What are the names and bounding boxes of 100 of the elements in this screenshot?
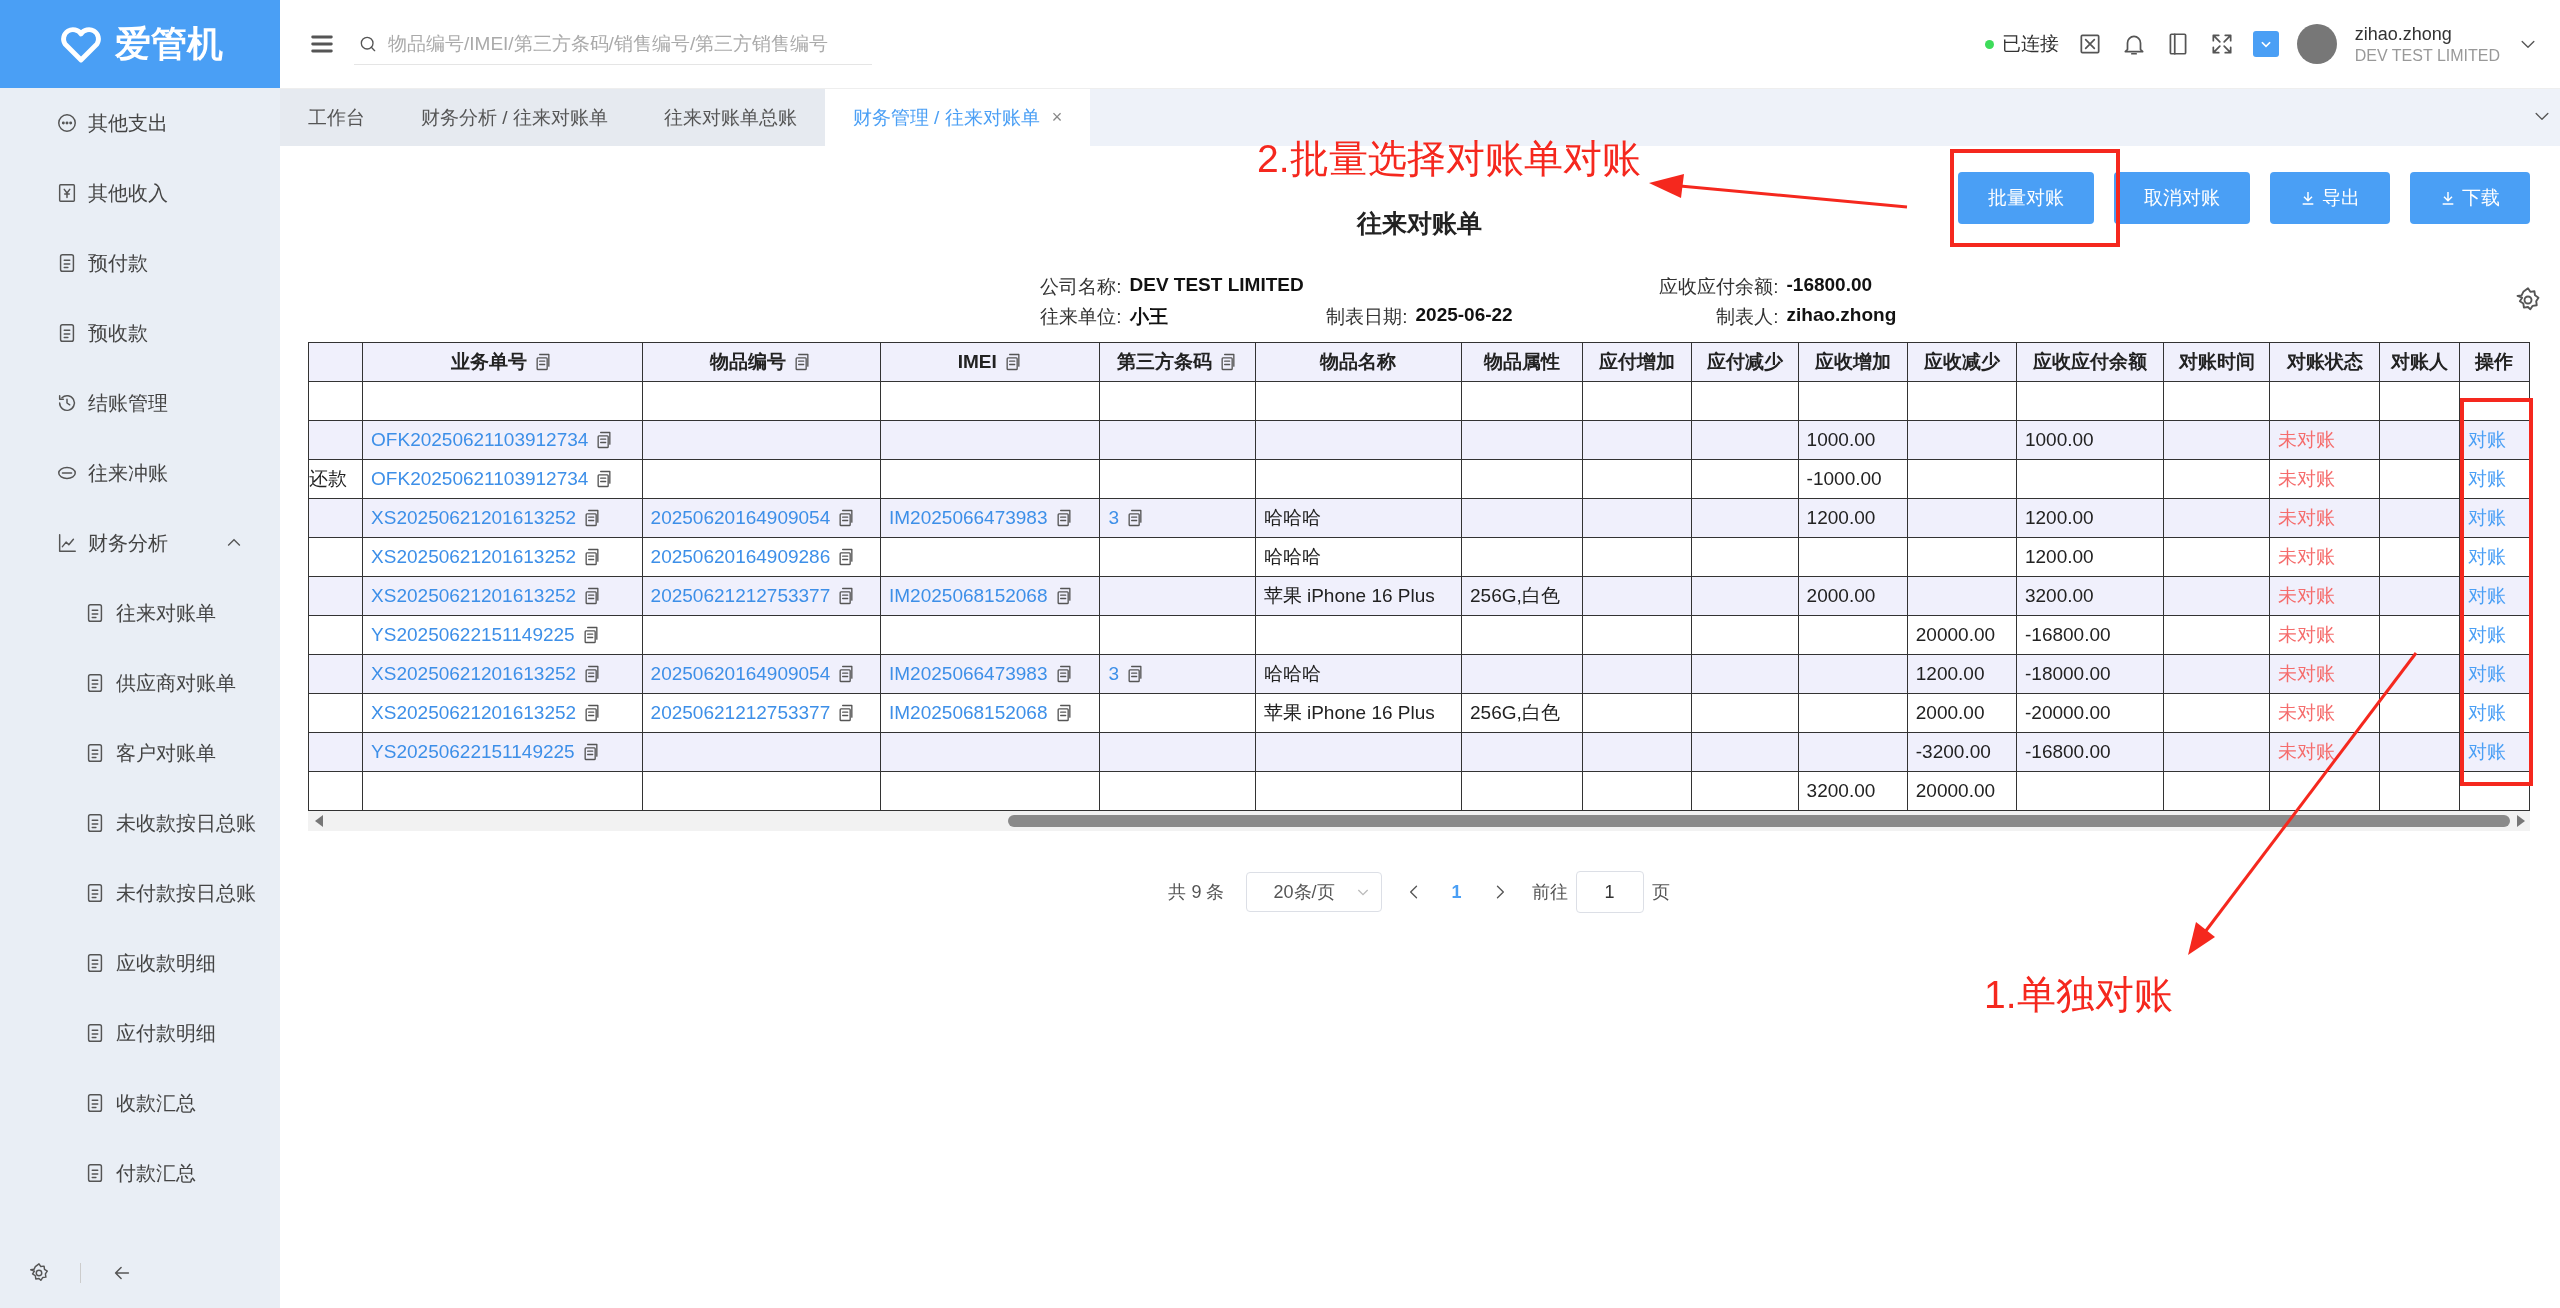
table-cell: -16800.00 [2016,615,2164,655]
toolbar-button[interactable]: 批量对账 [1958,172,2094,224]
table-cell: 3200.00 [1798,771,1908,811]
sidebar-subitem[interactable]: 收款汇总 [0,1068,280,1138]
column-header: 应收增加 [1814,350,1891,374]
status-cell: 未对账 [2269,693,2380,733]
column-header: 物品属性 [1484,350,1561,374]
logo-text: 爱管机 [115,21,223,66]
status-cell: 未对账 [2269,420,2380,460]
table-cell: 256G,白色 [1461,693,1583,733]
info-label: 制表日期: [1325,305,1408,329]
avatar[interactable] [2296,24,2337,64]
status-cell: 未对账 [2269,537,2380,577]
download-icon [2440,190,2456,206]
sidebar-subitem[interactable]: 客户对账单 [0,718,280,788]
table-cell: -16800.00 [2016,732,2164,772]
total-count: 共 9 条 [1168,881,1225,904]
chart-icon [56,532,78,554]
table-cell: -20000.00 [2016,693,2164,733]
sidebar-item[interactable]: 其他收入 [0,158,280,228]
record-link[interactable]: 3 [1108,663,1119,685]
column-header: 应收减少 [1923,350,2000,374]
tab[interactable]: 工作台 [280,89,393,146]
table-cell: 苹果 iPhone 16 Plus [1255,693,1462,733]
table-cell: 256G,白色 [1461,576,1583,616]
column-header: 操作 [2475,350,2514,374]
table-cell: 2000.00 [1798,576,1908,616]
table-cell: 还款 [308,459,363,499]
table-cell: -1000.00 [1798,459,1908,499]
sidebar-subitem[interactable]: 付款汇总 [0,1138,280,1208]
company-name: DEV TEST LIMITED [2354,46,2500,65]
column-header: 对账人 [2390,350,2448,374]
column-header: 业务单号 [451,350,528,374]
table-cell: 哈哈哈 [1255,537,1462,577]
search-field[interactable]: 物品编号/IMEI/第三方条码/销售编号/第三方销售编号 [354,23,872,65]
info-label: 制表人: [1715,305,1779,329]
column-header: 应付增加 [1599,350,1676,374]
tab[interactable]: 财务分析 / 往来对账单 [393,89,636,146]
table-cell: 1200.00 [1798,498,1908,538]
table-cell: 苹果 iPhone 16 Plus [1255,576,1462,616]
tab[interactable]: 往来对账单总账 [635,89,825,146]
page-size-select[interactable]: 20条/页 [1246,872,1382,912]
page-input[interactable]: 1 [1575,871,1644,913]
sidebar-item[interactable]: 结账管理 [0,368,280,438]
goto-label: 前往 [1531,881,1568,904]
info-value: 小王 [1129,305,1169,329]
info-label: 往来单位: [1039,305,1122,329]
column-header: 应收应付余额 [2033,350,2148,374]
tab[interactable]: 财务管理 / 往来对账单 × [824,89,1091,146]
annotation-text: 1.单独对账 [1984,972,2173,1018]
column-header: 第三方条码 [1117,350,1213,374]
table-cell: 20000.00 [1907,771,2017,811]
status-cell: 未对账 [2269,576,2380,616]
sidebar-item[interactable]: 预付款 [0,228,280,298]
table-cell: 哈哈哈 [1255,654,1462,694]
page-number[interactable]: 1 [1445,880,1468,904]
info-value: zihao.zhong [1786,304,1898,327]
dots-circle-icon [56,112,78,134]
sidebar-item[interactable]: 财务分析 [0,508,280,578]
column-header: 物品名称 [1320,350,1397,374]
toolbar-button[interactable]: 导出 [2270,172,2390,224]
table-cell: 1200.00 [2016,498,2164,538]
user-name: zihao.zhong [2354,23,2453,45]
record-link[interactable]: 3 [1108,507,1119,529]
table-cell: 20000.00 [1907,615,2017,655]
table-cell: -3200.00 [1907,732,2017,772]
table-cell: 2000.00 [1907,693,2017,733]
column-header: 物品编号 [710,350,787,374]
horizontal-scrollbar[interactable] [308,811,2530,831]
sidebar-subitem[interactable]: 未付款按日总账 [0,858,280,928]
status-cell: 未对账 [2269,498,2380,538]
dropdown-toggle[interactable] [2252,31,2279,57]
sidebar-subitem[interactable]: 往来对账单 [0,578,280,648]
sidebar-subitem[interactable]: 未收款按日总账 [0,788,280,858]
download-icon [2300,190,2316,206]
page-suffix: 页 [1651,881,1670,904]
table-cell: 3200.00 [2016,576,2164,616]
sidebar-subitem[interactable]: 应付款明细 [0,998,280,1068]
toolbar-button[interactable]: 取消对账 [2114,172,2250,224]
status-cell: 未对账 [2269,654,2380,694]
sidebar-item[interactable]: 其他支出 [0,88,280,158]
column-header: IMEI [957,351,997,373]
toolbar-button[interactable]: 下载 [2410,172,2530,224]
table-cell: 1200.00 [2016,537,2164,577]
table-cell: 1200.00 [1907,654,2017,694]
sidebar-item[interactable]: 往来冲账 [0,438,280,508]
sidebar-subitem[interactable]: 供应商对账单 [0,648,280,718]
column-header: 对账状态 [2286,350,2363,374]
sidebar-subitem[interactable]: 应收款明细 [0,928,280,998]
info-value: -16800.00 [1786,274,1874,297]
settings-icon[interactable] [28,1262,50,1284]
table-cell: 1000.00 [2016,420,2164,460]
table-cell: -18000.00 [2016,654,2164,694]
info-value: DEV TEST LIMITED [1129,274,1305,297]
sidebar-item[interactable]: 预收款 [0,298,280,368]
table-cell: 哈哈哈 [1255,498,1462,538]
status-cell: 未对账 [2269,459,2380,499]
info-label: 公司名称: [1039,275,1122,299]
column-header: 应付减少 [1707,350,1783,374]
yen-document-icon [56,182,78,204]
